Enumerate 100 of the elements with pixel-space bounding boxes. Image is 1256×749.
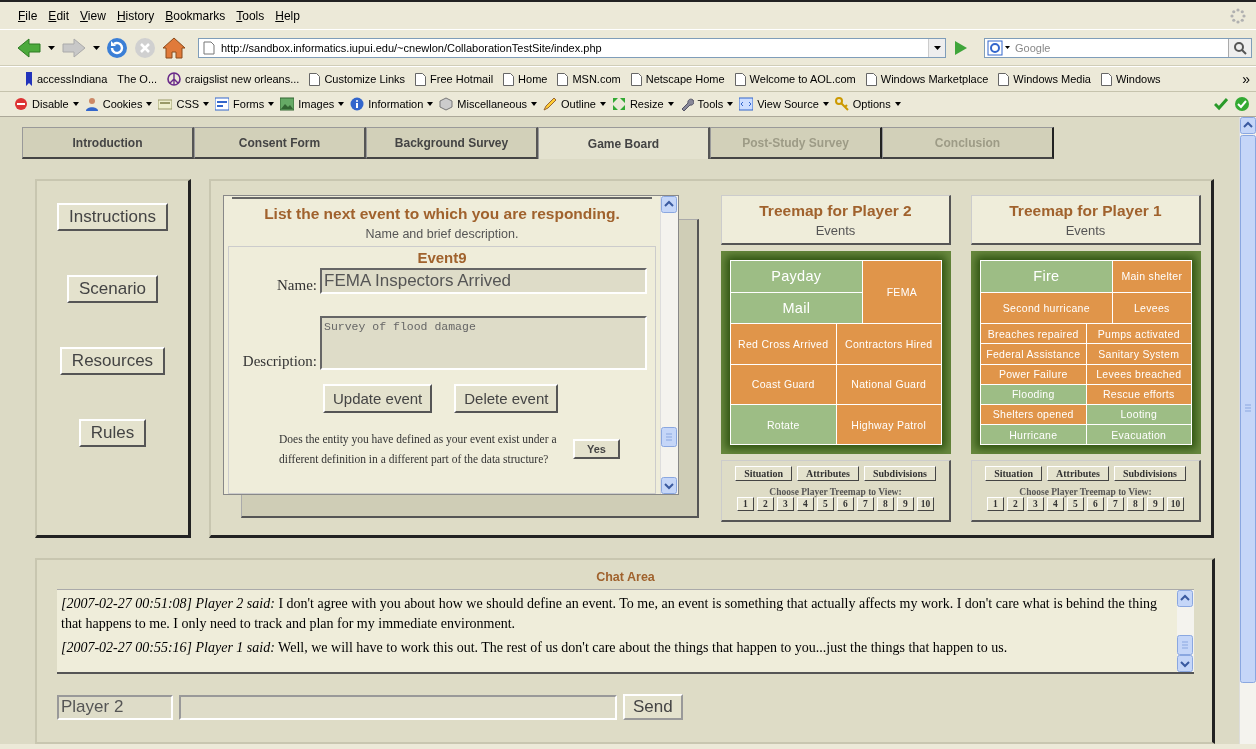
scroll-up-icon[interactable] xyxy=(661,196,677,214)
menu-item[interactable]: File xyxy=(14,6,45,25)
page-button[interactable]: 8 xyxy=(1126,497,1144,512)
chooser-label: Choose Player Treemap to View: xyxy=(1019,487,1152,498)
sender-field[interactable]: Player 2 xyxy=(57,694,173,720)
page-button[interactable]: 9 xyxy=(1146,497,1164,512)
toolbar-menu[interactable]: Cookies xyxy=(84,97,153,111)
toolbar-menu[interactable]: Forms xyxy=(215,97,275,111)
page-button[interactable]: 10 xyxy=(1166,497,1185,512)
bookmark-link[interactable]: Home xyxy=(500,70,551,88)
toolbar-menu[interactable]: Options xyxy=(834,97,901,111)
name-field[interactable]: FEMA Inspectors Arrived xyxy=(320,268,647,295)
back-arrow-icon[interactable] xyxy=(16,36,42,59)
scroll-thumb-icon[interactable] xyxy=(1240,135,1256,683)
bookmark-link[interactable]: Netscape Home xyxy=(627,70,728,88)
home-icon[interactable] xyxy=(162,36,186,59)
more-bookmarks-button[interactable]: » xyxy=(1242,71,1250,87)
description-field[interactable]: Survey of flood damage xyxy=(320,316,647,371)
page-button[interactable]: 6 xyxy=(836,497,854,512)
view-button[interactable]: Situation xyxy=(985,466,1043,482)
tab[interactable]: Game Board xyxy=(538,127,710,160)
nav-button[interactable]: Scenario xyxy=(66,275,159,304)
form-button[interactable]: Delete event xyxy=(454,384,559,414)
go-icon[interactable] xyxy=(952,39,968,56)
caret-icon[interactable] xyxy=(93,45,100,50)
toolbar-menu[interactable]: Resize xyxy=(611,97,674,111)
nav-button[interactable]: Rules xyxy=(78,419,147,448)
form-button[interactable]: Update event xyxy=(323,384,433,414)
page-button[interactable]: 1 xyxy=(986,497,1004,512)
toolbar-menu[interactable]: Miscellaneous xyxy=(439,97,538,111)
page-button[interactable]: 9 xyxy=(896,497,914,512)
view-button[interactable]: Subdivisions xyxy=(1113,466,1186,482)
page-button[interactable]: 6 xyxy=(1086,497,1104,512)
check-icon[interactable] xyxy=(1214,97,1228,111)
toolbar-menu[interactable]: CSS xyxy=(158,97,210,111)
search-icon[interactable] xyxy=(1233,40,1247,55)
menu-item[interactable]: Bookmarks xyxy=(161,6,233,25)
page-icon xyxy=(203,40,215,55)
toolbar-menu[interactable]: Outline xyxy=(543,97,606,111)
page-icon xyxy=(503,72,515,86)
bookmark-link[interactable]: accessIndiana xyxy=(22,69,111,89)
scroll-thumb-icon[interactable] xyxy=(1177,635,1193,656)
dropdown-icon[interactable] xyxy=(933,45,941,50)
menu-item[interactable]: Help xyxy=(271,6,307,25)
view-button[interactable]: Attributes xyxy=(1047,466,1109,482)
tab[interactable]: Consent Form xyxy=(194,127,366,160)
bookmark-link[interactable]: Welcome to AOL.com xyxy=(731,70,859,88)
page-button[interactable]: 8 xyxy=(876,497,894,512)
yes-button[interactable]: Yes xyxy=(573,439,620,460)
tab[interactable]: Introduction xyxy=(22,127,194,160)
page-button[interactable]: 7 xyxy=(1106,497,1124,512)
bookmark-link[interactable]: MSN.com xyxy=(554,70,624,88)
search-field[interactable]: Google xyxy=(984,37,1252,58)
reload-icon[interactable] xyxy=(106,36,128,59)
scroll-up-icon[interactable] xyxy=(1177,590,1193,608)
page-button[interactable]: 7 xyxy=(856,497,874,512)
bookmark-link[interactable]: Free Hotmail xyxy=(412,70,497,88)
caret-icon xyxy=(667,102,674,106)
page-button[interactable]: 5 xyxy=(1066,497,1084,512)
menu-item[interactable]: Tools xyxy=(232,6,272,25)
menu-item[interactable]: History xyxy=(112,6,162,25)
nav-button[interactable]: Resources xyxy=(59,347,166,376)
scroll-up-icon[interactable] xyxy=(1240,117,1256,134)
view-button[interactable]: Subdivisions xyxy=(863,466,936,482)
toolbar-menu[interactable]: Disable xyxy=(14,97,79,111)
menu-item[interactable]: View xyxy=(76,6,113,25)
toolbar-menu[interactable]: Information xyxy=(350,97,434,111)
bookmark-link[interactable]: Windows xyxy=(1098,70,1164,88)
menu-item[interactable]: Edit xyxy=(44,6,77,25)
toolbar-menu[interactable]: Images xyxy=(280,97,345,111)
scroll-down-icon[interactable] xyxy=(661,477,677,495)
nav-button[interactable]: Instructions xyxy=(57,203,168,232)
scroll-down-icon[interactable] xyxy=(1177,655,1193,673)
caret-icon[interactable] xyxy=(48,45,55,50)
treemap-title: Treemap for Player 1 xyxy=(1009,201,1162,220)
page-button[interactable]: 1 xyxy=(736,497,754,512)
bookmark-link[interactable]: Windows Media xyxy=(995,70,1094,88)
page-button[interactable]: 4 xyxy=(1046,497,1064,512)
page-button[interactable]: 2 xyxy=(1006,497,1024,512)
page-button[interactable]: 3 xyxy=(1026,497,1044,512)
tab[interactable]: Background Survey xyxy=(366,127,538,160)
status-ok-icon[interactable] xyxy=(1234,96,1250,112)
send-button[interactable]: Send xyxy=(623,694,683,721)
scroll-thumb-icon[interactable] xyxy=(661,427,677,448)
page-button[interactable]: 4 xyxy=(796,497,814,512)
message-field[interactable] xyxy=(179,694,617,720)
page-button[interactable]: 5 xyxy=(816,497,834,512)
page-button[interactable]: 3 xyxy=(776,497,794,512)
search-engine-icon[interactable] xyxy=(987,39,1011,56)
bookmark-link[interactable]: The O... xyxy=(114,71,161,87)
view-button[interactable]: Situation xyxy=(735,466,793,482)
page-button[interactable]: 10 xyxy=(916,497,935,512)
toolbar-menu[interactable]: Tools xyxy=(679,97,734,111)
page-button[interactable]: 2 xyxy=(756,497,774,512)
bookmark-link[interactable]: craigslist new orleans... xyxy=(164,70,303,88)
address-field[interactable]: http://sandbox.informatics.iupui.edu/~cnewlon/CollaborationTestSite/index.php xyxy=(198,37,946,58)
bookmark-link[interactable]: Customize Links xyxy=(306,70,409,88)
bookmark-link[interactable]: Windows Marketplace xyxy=(862,70,992,88)
view-button[interactable]: Attributes xyxy=(797,466,859,482)
toolbar-menu[interactable]: View Source xyxy=(739,97,829,111)
